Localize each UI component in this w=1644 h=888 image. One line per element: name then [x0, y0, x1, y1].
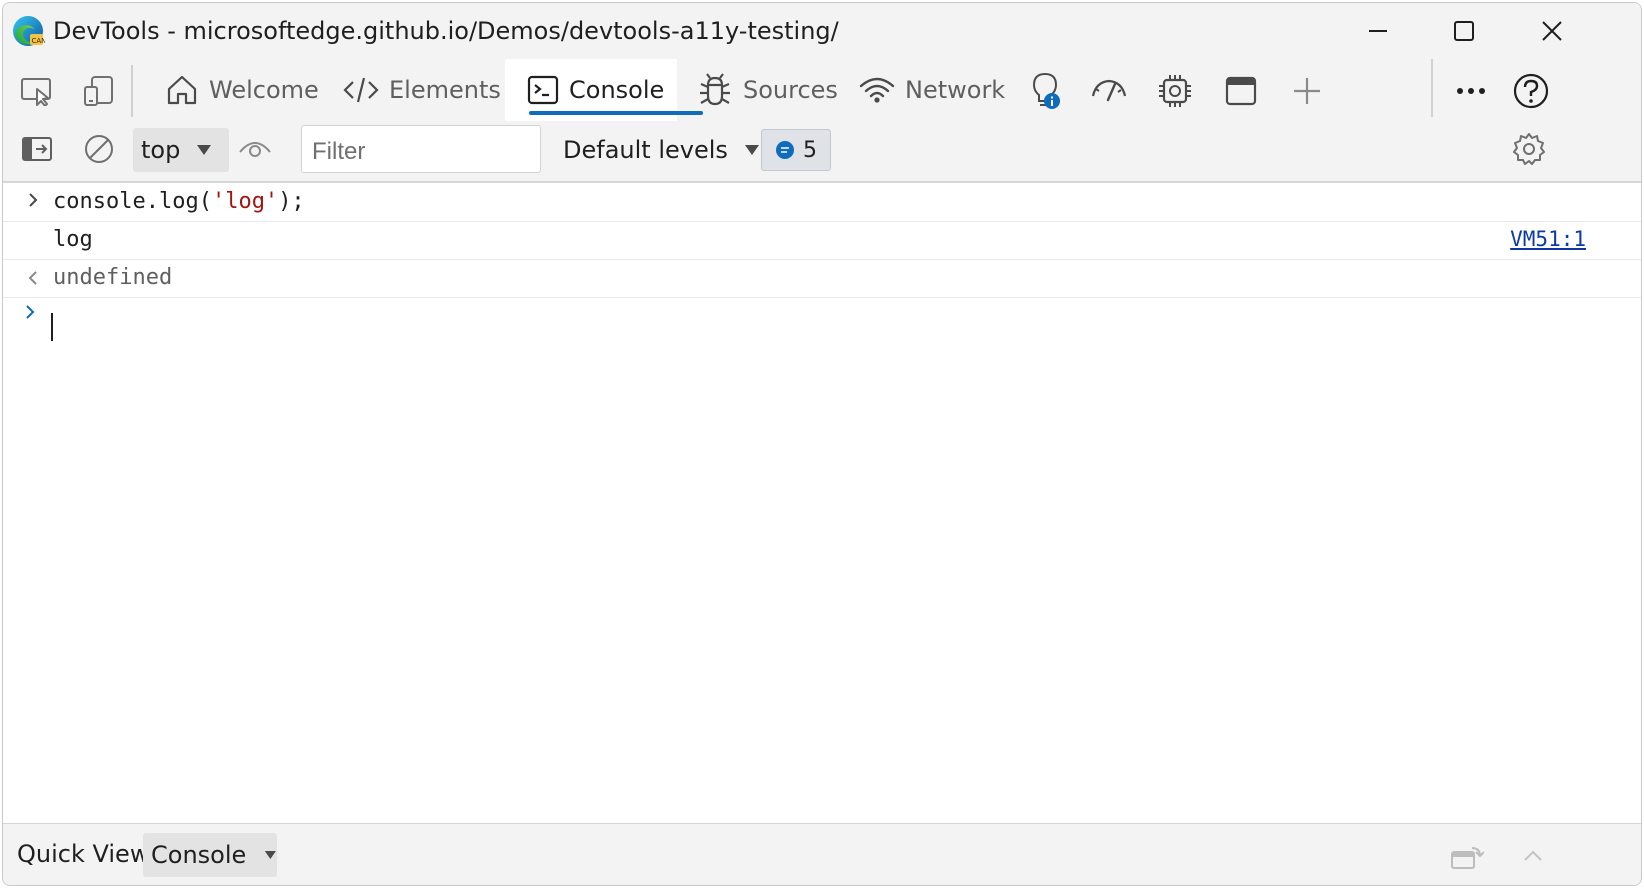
log-text: log: [53, 227, 93, 252]
prompt-chevron-icon: [26, 305, 35, 319]
quick-view-bar: Quick View: Console: [3, 823, 1641, 885]
window-title: DevTools - microsoftedge.github.io/Demos…: [53, 17, 839, 45]
panel-tab-bar: Welcome Elements Console Sources Network: [3, 59, 1641, 121]
quick-view-selector[interactable]: Console: [143, 833, 277, 877]
lightbulb-info-icon: [1032, 72, 1060, 109]
chevron-right-icon: [29, 193, 38, 207]
device-emulation-button[interactable]: [79, 71, 119, 111]
gear-icon: [1513, 133, 1545, 165]
tab-performance[interactable]: [1087, 69, 1131, 113]
console-settings-button[interactable]: [1509, 129, 1549, 169]
dock-to-main-button[interactable]: [1447, 836, 1487, 876]
title-bar: CAN DevTools - microsoftedge.github.io/D…: [3, 3, 1641, 59]
customize-menu-button[interactable]: [1449, 69, 1493, 113]
issues-counter-button[interactable]: 5: [761, 129, 831, 171]
context-value: top: [141, 136, 181, 164]
maximize-button[interactable]: [1421, 3, 1507, 59]
chevron-left-icon: [28, 271, 37, 285]
tab-elements[interactable]: Elements: [343, 59, 501, 121]
maximize-icon: [1454, 21, 1474, 41]
tab-network[interactable]: Network: [859, 59, 1005, 121]
help-icon: [1513, 73, 1549, 109]
toolbar-divider: [131, 65, 133, 117]
console-output[interactable]: console.log('log'); log VM51:1 undefined: [3, 183, 1641, 823]
tab-application[interactable]: [1219, 69, 1263, 113]
bug-icon: [700, 73, 730, 106]
context-selector[interactable]: top: [133, 128, 229, 172]
help-button[interactable]: [1509, 69, 1553, 113]
console-command: console.log('log');: [53, 189, 305, 214]
tab-label: Welcome: [209, 76, 319, 104]
minimize-icon: [1369, 30, 1387, 32]
tab-label: Console: [569, 76, 665, 104]
command-prefix: console.log(: [53, 189, 212, 214]
issues-count: 5: [803, 137, 817, 163]
chevron-down-icon: [744, 145, 759, 155]
tab-label: Sources: [743, 76, 838, 104]
filter-placeholder: Filter: [312, 138, 366, 165]
chevron-down-icon: [265, 851, 277, 859]
log-levels-dropdown[interactable]: Default levels: [563, 128, 760, 172]
source-location-link[interactable]: VM51:1: [1510, 227, 1586, 251]
console-log-message: log VM51:1: [3, 221, 1641, 260]
browser-window-icon: [1225, 76, 1257, 106]
console-return-value: undefined: [3, 259, 1641, 298]
clear-console-button[interactable]: [79, 129, 119, 169]
quick-view-label: Quick View:: [17, 840, 157, 868]
console-input-entry: console.log('log');: [3, 183, 1641, 222]
speedometer-icon: [1091, 79, 1127, 102]
levels-value: Default levels: [563, 136, 728, 164]
tab-sources[interactable]: Sources: [697, 59, 838, 121]
message-bubble-icon: [776, 141, 794, 159]
more-tools-button[interactable]: [1285, 69, 1329, 113]
tab-memory[interactable]: [1153, 69, 1197, 113]
plus-icon: [1294, 78, 1320, 104]
filter-input[interactable]: Filter: [301, 125, 541, 173]
expand-quick-view-button[interactable]: [1513, 836, 1553, 876]
sidebar-toggle-icon: [22, 137, 52, 161]
tab-issues[interactable]: [1023, 69, 1067, 113]
more-dots-icon: [1457, 88, 1485, 94]
active-tab-indicator: [529, 111, 703, 115]
clear-icon: [85, 135, 113, 163]
chip-icon: [1159, 75, 1191, 107]
minimize-button[interactable]: [1335, 3, 1421, 59]
code-brackets-icon: [343, 77, 379, 103]
home-icon: [167, 75, 197, 105]
device-toggle-icon: [84, 76, 113, 106]
inspect-element-button[interactable]: [17, 71, 57, 111]
command-suffix: );: [278, 189, 305, 214]
tab-welcome[interactable]: Welcome: [165, 59, 319, 121]
quick-view-value: Console: [151, 841, 247, 869]
console-icon: [527, 75, 559, 105]
devtools-window: CAN DevTools - microsoftedge.github.io/D…: [2, 2, 1642, 886]
inspect-cursor-icon: [21, 78, 51, 106]
command-string: 'log': [211, 189, 279, 214]
tab-label: Elements: [389, 76, 501, 104]
wifi-icon: [859, 77, 895, 103]
return-value-text: undefined: [53, 265, 173, 290]
console-prompt-caret[interactable]: [51, 313, 53, 341]
toolbar-divider: [1431, 59, 1433, 117]
dock-panel-icon: [1451, 847, 1484, 869]
console-toolbar: top Filter Default levels 5: [3, 121, 1641, 183]
close-window-button[interactable]: [1509, 3, 1595, 59]
tab-label: Network: [905, 76, 1006, 104]
svg-text:CAN: CAN: [32, 37, 46, 45]
close-icon: [1542, 21, 1562, 41]
show-sidebar-button[interactable]: [17, 129, 57, 169]
chevron-up-icon: [1524, 850, 1542, 861]
chevron-down-icon: [197, 145, 212, 155]
edge-logo-icon: CAN: [13, 16, 46, 46]
eye-icon: [239, 142, 271, 157]
live-expression-button[interactable]: [235, 129, 275, 169]
